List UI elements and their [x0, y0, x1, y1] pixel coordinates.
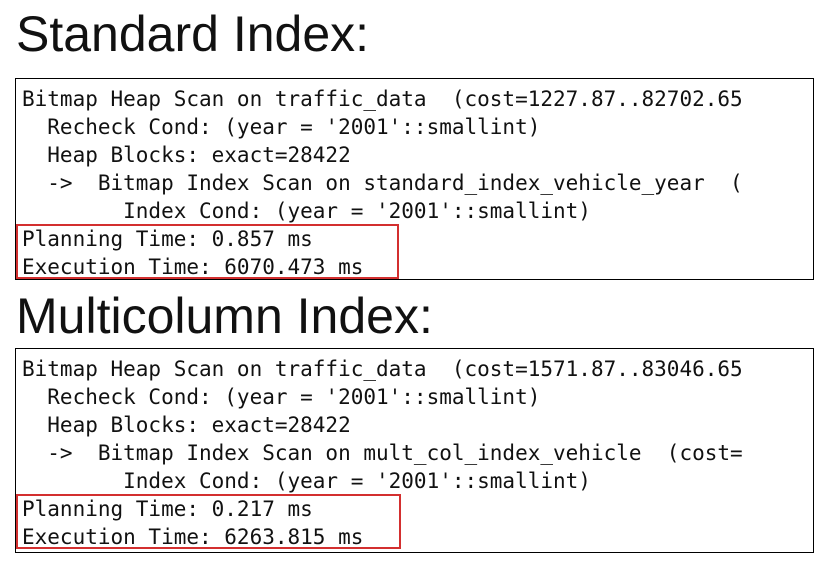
section-heading-multicolumn-index: Multicolumn Index:: [16, 288, 433, 344]
query-plan-panel-standard: Bitmap Heap Scan on traffic_data (cost=1…: [15, 78, 814, 280]
timing-highlight-box: [16, 494, 401, 549]
plan-line-index-scan: -> Bitmap Index Scan on standard_index_v…: [22, 171, 743, 195]
plan-line-index-cond: Index Cond: (year = '2001'::smallint): [22, 199, 591, 223]
timing-highlight-box: [16, 224, 399, 279]
plan-line-heap-scan: Bitmap Heap Scan on traffic_data (cost=1…: [22, 87, 743, 111]
plan-line-heap-blocks: Heap Blocks: exact=28422: [22, 413, 351, 437]
plan-line-index-scan: -> Bitmap Index Scan on mult_col_index_v…: [22, 441, 743, 465]
section-heading-standard-index: Standard Index:: [16, 6, 370, 62]
plan-line-recheck-cond: Recheck Cond: (year = '2001'::smallint): [22, 115, 541, 139]
plan-line-heap-blocks: Heap Blocks: exact=28422: [22, 143, 351, 167]
query-plan-panel-multicolumn: Bitmap Heap Scan on traffic_data (cost=1…: [15, 348, 814, 553]
plan-line-index-cond: Index Cond: (year = '2001'::smallint): [22, 469, 591, 493]
plan-line-heap-scan: Bitmap Heap Scan on traffic_data (cost=1…: [22, 357, 743, 381]
plan-line-recheck-cond: Recheck Cond: (year = '2001'::smallint): [22, 385, 541, 409]
